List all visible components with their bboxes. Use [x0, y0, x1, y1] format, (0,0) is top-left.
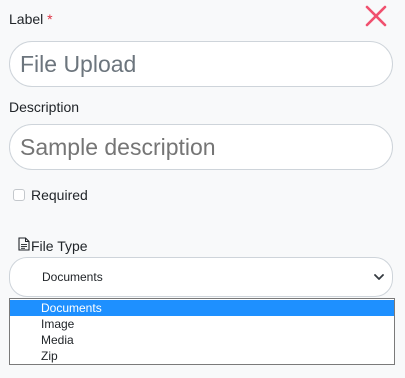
dropdown-option-image[interactable]: Image: [10, 316, 394, 332]
label-input[interactable]: [9, 41, 393, 87]
file-type-select[interactable]: Documents: [9, 257, 393, 297]
required-asterisk: *: [47, 11, 53, 27]
file-type-selected-value: Documents: [42, 270, 103, 284]
file-icon: [18, 237, 30, 251]
file-type-dropdown: Documents Image Media Zip: [9, 298, 395, 365]
label-field-label: Label *: [9, 11, 53, 27]
close-icon[interactable]: [362, 2, 390, 30]
description-label: Description: [9, 99, 80, 115]
required-checkbox-label: Required: [31, 187, 88, 203]
required-checkbox[interactable]: [13, 189, 25, 201]
dropdown-option-media[interactable]: Media: [10, 332, 394, 348]
label-field-text: Label: [9, 11, 44, 27]
file-type-label: File Type: [31, 238, 88, 254]
description-input[interactable]: [9, 124, 393, 170]
dropdown-option-documents[interactable]: Documents: [10, 300, 394, 316]
chevron-down-icon: [374, 274, 384, 280]
dropdown-option-zip[interactable]: Zip: [10, 348, 394, 364]
